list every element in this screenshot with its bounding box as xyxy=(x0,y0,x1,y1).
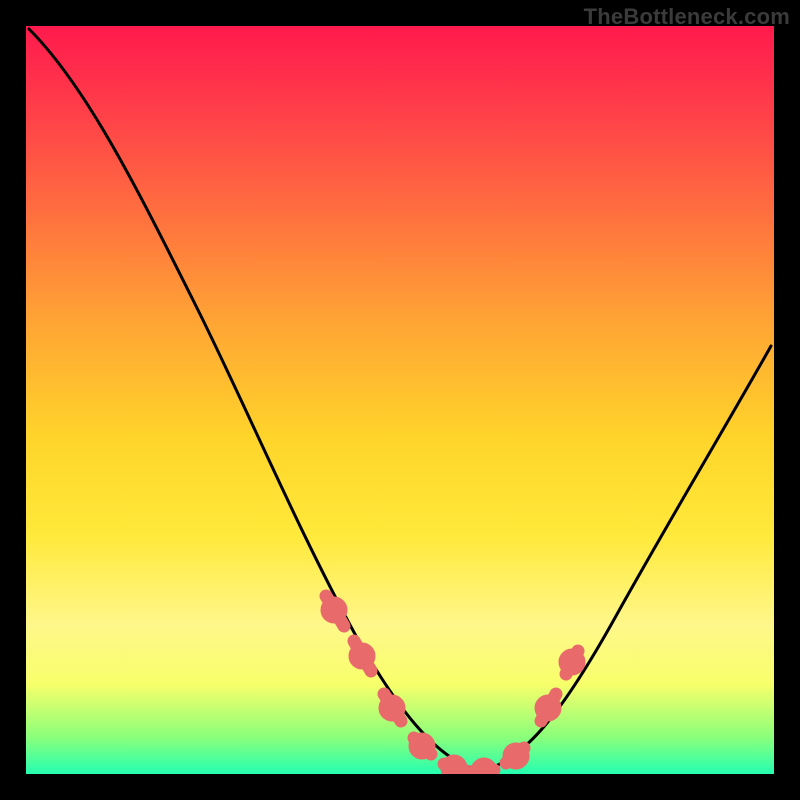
bottleneck-curve xyxy=(29,29,771,771)
watermark-text: TheBottleneck.com xyxy=(584,4,790,30)
plot-area xyxy=(26,26,774,774)
optimal-band xyxy=(326,596,579,774)
chart-frame: TheBottleneck.com xyxy=(0,0,800,800)
curve-layer xyxy=(26,26,774,774)
